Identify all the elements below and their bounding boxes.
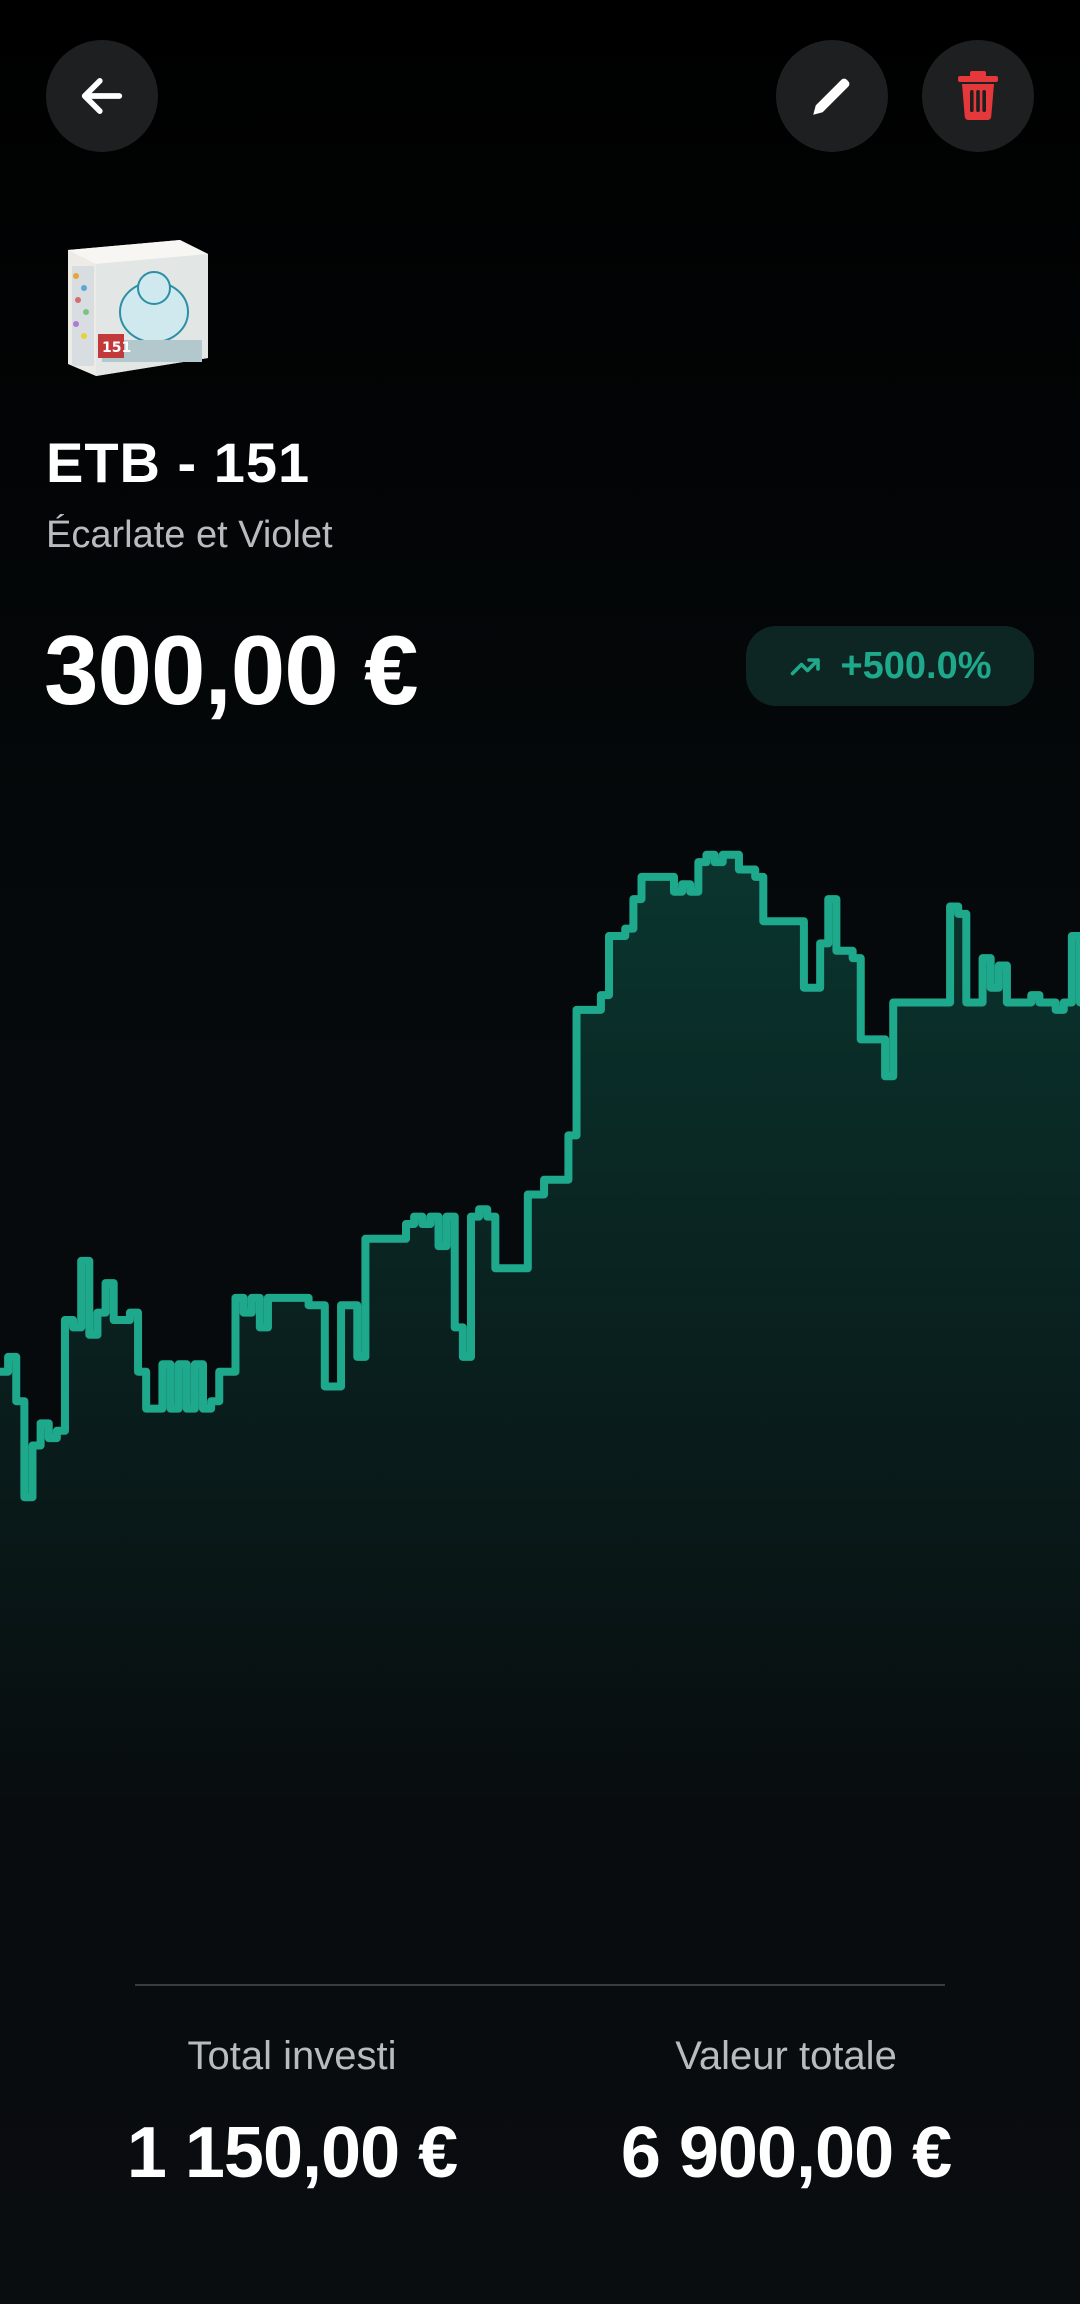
current-price: 300,00 € (44, 615, 418, 725)
svg-text:151: 151 (102, 340, 131, 356)
pencil-icon (813, 78, 850, 115)
back-button[interactable] (46, 40, 158, 152)
total-value-label: Valeur totale (675, 2034, 897, 2078)
product-image: 151 (62, 240, 208, 376)
trending-up-icon (791, 658, 821, 676)
change-value: +500.0% (840, 644, 992, 687)
divider (135, 1984, 945, 1986)
total-value-value: 6 900,00 € (620, 2113, 952, 2193)
price-chart (0, 850, 1080, 1820)
total-invested-value: 1 150,00 € (126, 2113, 458, 2193)
total-invested-label: Total investi (187, 2034, 397, 2078)
delete-button[interactable] (922, 40, 1034, 152)
page: 151 ETB - 151 Écarlate et Violet 300,00 … (0, 0, 1080, 2304)
product-title: ETB - 151 (46, 431, 311, 494)
edit-button[interactable] (776, 40, 888, 152)
trash-icon (958, 71, 998, 121)
product-set: Écarlate et Violet (46, 514, 333, 556)
arrow-left-icon (81, 78, 123, 114)
change-badge: +500.0% (746, 626, 1034, 706)
